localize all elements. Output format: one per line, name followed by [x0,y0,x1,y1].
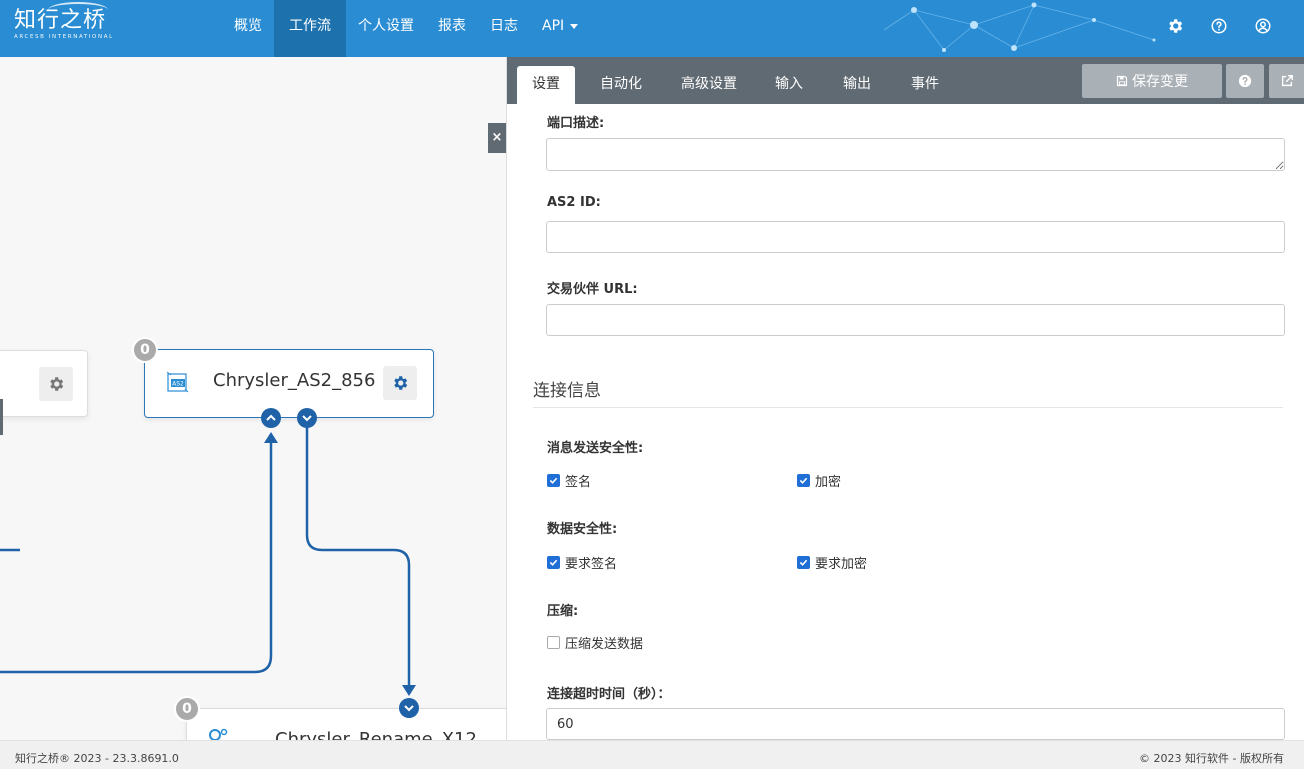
save-changes-label: 保存变更 [1132,74,1188,90]
footer: 知行之桥® 2023 - 23.3.8691.0 © 2023 知行软件 - 版… [0,740,1304,769]
node-label: Chrysler_AS2_856 [213,370,376,391]
nav-api[interactable]: API [530,0,590,57]
save-changes-button[interactable]: 保存变更 [1082,64,1222,98]
external-link-icon [1281,75,1293,87]
require-encrypt-label: 要求加密 [815,557,868,572]
tab-input[interactable]: 输入 [763,66,815,104]
partner-url-input[interactable] [546,304,1285,336]
open-external-button[interactable] [1269,64,1304,98]
as2-id-label: AS2 ID: [547,195,601,210]
help-icon [1238,74,1252,88]
caret-down-icon [570,23,579,29]
encrypt-label: 加密 [815,475,842,490]
require-encrypt-checkbox[interactable]: 要求加密 [797,553,867,572]
brand-subtitle: ARCESB INTERNATIONAL [14,34,114,40]
compress-send-checkbox[interactable]: 压缩发送数据 [547,633,643,652]
as2-icon-text: AS2 [172,381,184,388]
top-navbar: 知行之桥 ARCESB INTERNATIONAL 概览 工作流 个人设置 报表… [0,0,1304,57]
main-nav: 概览 工作流 个人设置 报表 日志 API [222,0,590,57]
panel-help-button[interactable] [1226,64,1264,98]
node-settings-button[interactable] [383,366,417,400]
brand-logo[interactable]: 知行之桥 ARCESB INTERNATIONAL [14,2,114,40]
gear-icon [50,377,64,391]
section-divider [533,407,1283,408]
footer-copyright: © 2023 知行软件 - 版权所有 [1139,752,1284,765]
nav-reports[interactable]: 报表 [426,0,478,57]
user-account-icon[interactable] [1254,17,1272,35]
require-sign-checkbox[interactable]: 要求签名 [547,553,617,572]
node-edge-marker [0,399,3,435]
checkbox-checked-icon [547,474,560,487]
workflow-canvas[interactable]: AS2 Chrysler_AS2_856 0 Chrysler_Rename_X… [0,57,506,740]
workflow-node-as2[interactable]: AS2 Chrysler_AS2_856 [144,349,434,418]
nav-profile[interactable]: 个人设置 [346,0,426,57]
footer-version: 知行之桥® 2023 - 23.3.8691.0 [15,752,179,765]
settings-gear-icon[interactable] [1166,17,1184,35]
close-panel-button[interactable]: × [488,123,506,153]
timeout-label: 连接超时时间（秒）： [547,687,671,702]
chevron-up-icon [266,414,276,421]
partner-url-label: 交易伙伴 URL: [547,282,638,297]
checkbox-unchecked-icon [547,636,560,649]
settings-panel: 设置 自动化 高级设置 输入 输出 事件 保存变更 端口描述: AS2 ID: … [506,57,1304,740]
timeout-input[interactable] [546,708,1285,740]
input-port[interactable] [399,698,419,718]
compression-label: 压缩: [547,604,579,619]
checkbox-checked-icon [797,556,810,569]
tab-output[interactable]: 输出 [831,66,883,104]
port-description-label: 端口描述: [547,116,605,131]
connector-inbound [0,437,273,674]
gear-icon [394,376,408,390]
node-label: Chrysler_Rename_X12 [275,729,477,740]
compress-send-label: 压缩发送数据 [565,637,644,652]
tab-advanced[interactable]: 高级设置 [669,66,749,104]
data-security-label: 数据安全性: [547,522,618,537]
chevron-down-icon [404,705,414,712]
tab-events[interactable]: 事件 [899,66,951,104]
input-port[interactable] [261,408,281,428]
encrypt-checkbox[interactable]: 加密 [797,471,841,490]
network-decoration [884,2,1156,52]
tab-automation[interactable]: 自动化 [587,66,655,104]
node-settings-button[interactable] [39,367,73,401]
help-icon[interactable] [1210,17,1228,35]
node-count-badge: 0 [132,337,158,363]
output-port[interactable] [297,408,317,428]
connector-outbound [305,427,411,690]
message-security-label: 消息发送安全性: [547,441,644,456]
sign-label: 签名 [565,475,592,490]
as2-id-input[interactable] [546,221,1285,253]
rename-icon [209,728,228,740]
tab-settings[interactable]: 设置 [517,66,575,104]
sign-checkbox[interactable]: 签名 [547,471,591,490]
nav-logs[interactable]: 日志 [478,0,530,57]
checkbox-checked-icon [797,474,810,487]
node-count-badge: 0 [174,696,200,722]
nav-workflow[interactable]: 工作流 [274,0,346,57]
nav-overview[interactable]: 概览 [222,0,274,57]
port-description-textarea[interactable] [546,138,1285,171]
as2-icon: AS2 [166,371,189,393]
connection-info-heading: 连接信息 [533,381,601,401]
workflow-node-rename[interactable]: Chrysler_Rename_X12 [186,708,506,740]
save-icon [1116,75,1128,87]
checkbox-checked-icon [547,556,560,569]
require-sign-label: 要求签名 [565,557,618,572]
chevron-down-icon [302,415,312,422]
workflow-node[interactable] [0,350,88,417]
nav-api-label: API [542,18,565,34]
panel-tabbar: 设置 自动化 高级设置 输入 输出 事件 保存变更 [507,57,1304,104]
